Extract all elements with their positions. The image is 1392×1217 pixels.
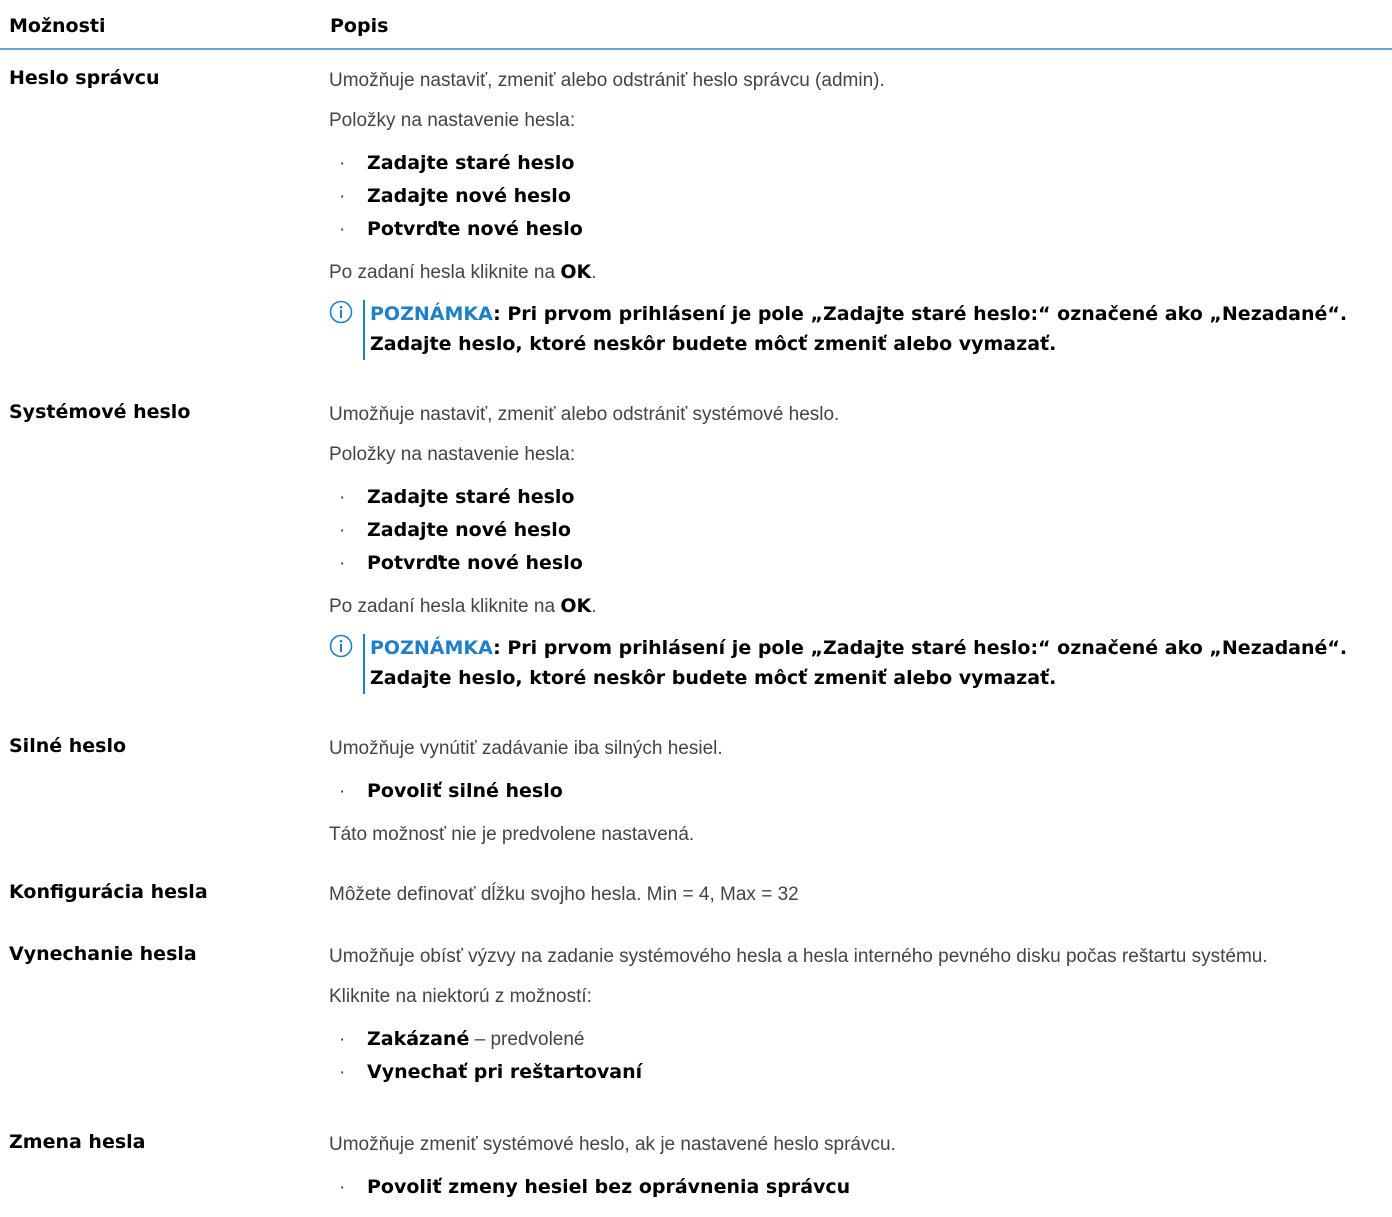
note-bar [363,300,365,360]
bullet-list: · Zadajte staré heslo · Zadajte nové heslo… [329,147,1384,246]
after-text: Po zadaní hesla kliknite na OK. [329,595,597,617]
list-item: · Zadajte nové heslo [329,180,1384,213]
note-callout: POZNÁMKA: Pri prvom prihlásení je pole „… [329,633,1384,694]
list-item: · Zadajte staré heslo [329,147,1384,180]
info-icon [329,300,353,324]
description-intro: Umožňuje nastaviť, zmeniť alebo odstráni… [329,70,885,91]
option-description: Môžete definovať dĺžku svojho hesla. Min… [329,881,1384,921]
description-intro: Umožňuje obísť výzvy na zadanie systémov… [329,946,1268,967]
list-item: · Zadajte nové heslo [329,514,1384,547]
choose-label: Kliknite na niektorú z možností: [329,986,592,1007]
column-header-options: Možnosti [9,15,106,37]
bullet-icon: · [339,1062,346,1083]
list-item: · Potvrďte nové heslo [329,547,1384,580]
bullet-icon: · [339,1177,346,1198]
list-item: · Potvrďte nové heslo [329,213,1384,246]
bullet-list: · Povoliť zmeny hesiel bez oprávnenia spr… [329,1171,1384,1204]
option-description: Umožňuje nastaviť, zmeniť alebo odstráni… [329,67,1384,373]
list-item: · Povoliť zmeny hesiel bez oprávnenia spr… [329,1171,1384,1204]
info-icon [329,634,353,658]
bullet-icon: · [339,186,346,207]
bullet-list: · Povoliť silné heslo [329,775,1384,808]
option-description: Umožňuje nastaviť, zmeniť alebo odstráni… [329,401,1384,707]
option-name: Systémové heslo [9,401,191,423]
items-label: Položky na nastavenie hesla: [329,110,576,131]
note-bar [363,634,365,694]
bullet-icon: · [339,781,346,802]
settings-table: Možnosti Popis Heslo správcu Umožňuje na… [0,0,1392,1205]
option-name: Zmena hesla [9,1131,146,1153]
items-label: Položky na nastavenie hesla: [329,444,576,465]
option-description: Umožňuje zmeniť systémové heslo, ak je n… [329,1131,1384,1217]
list-item: · Zakázané – predvolené [329,1023,1384,1056]
bullet-icon: · [339,1029,346,1050]
option-description: Umožňuje obísť výzvy na zadanie systémov… [329,943,1384,1102]
after-text: Táto možnosť nie je predvolene nastavená… [329,824,695,845]
bullet-icon: · [339,553,346,574]
list-item: · Vynechať pri reštartovaní [329,1056,1384,1089]
option-name: Silné heslo [9,735,127,757]
note-text: POZNÁMKA: Pri prvom prihlásení je pole „… [370,303,1348,355]
option-name: Heslo správcu [9,67,160,89]
bullet-icon: · [339,153,346,174]
bullet-list: · Zakázané – predvolené · Vynechať pri reš… [329,1023,1384,1089]
description-intro: Môžete definovať dĺžku svojho hesla. Min… [329,884,799,905]
option-name: Konfigurácia hesla [9,881,208,903]
bullet-icon: · [339,520,346,541]
description-intro: Umožňuje zmeniť systémové heslo, ak je n… [329,1134,896,1155]
option-name: Vynechanie hesla [9,943,197,965]
list-item: · Zadajte staré heslo [329,481,1384,514]
after-text: Po zadaní hesla kliknite na OK. [329,261,597,283]
description-intro: Umožňuje vynútiť zadávanie iba silných h… [329,738,723,759]
note-text: POZNÁMKA: Pri prvom prihlásení je pole „… [370,637,1348,689]
bullet-icon: · [339,487,346,508]
column-header-description: Popis [330,15,389,37]
bullet-icon: · [339,219,346,240]
table-header: Možnosti Popis [0,0,1392,50]
bullet-list: · Zadajte staré heslo · Zadajte nové heslo… [329,481,1384,580]
list-item: · Povoliť silné heslo [329,775,1384,808]
option-description: Umožňuje vynútiť zadávanie iba silných h… [329,735,1384,861]
description-intro: Umožňuje nastaviť, zmeniť alebo odstráni… [329,404,840,425]
note-callout: POZNÁMKA: Pri prvom prihlásení je pole „… [329,299,1384,360]
